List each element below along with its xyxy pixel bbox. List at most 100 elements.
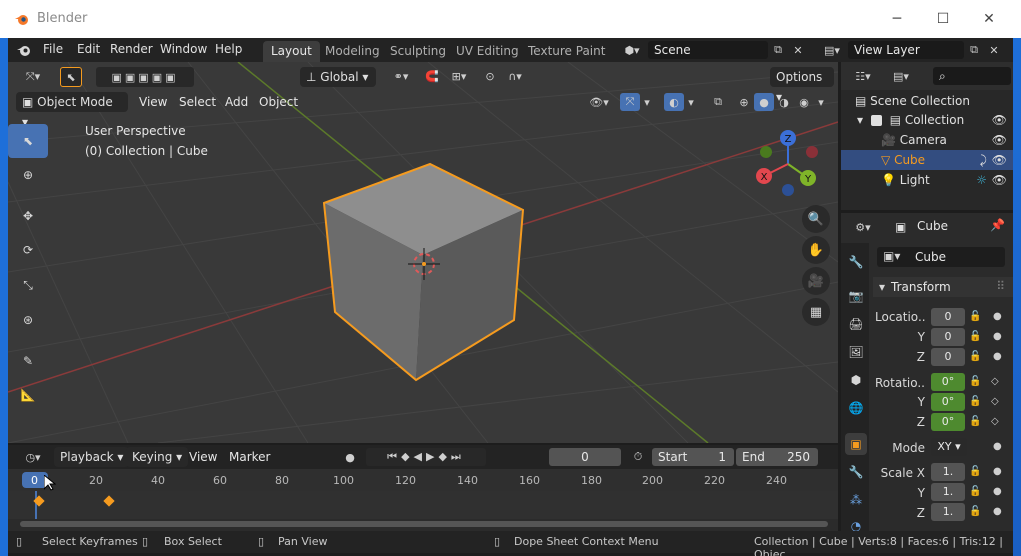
timeline-scrollbar[interactable] xyxy=(20,521,828,527)
keyframe-dot-icon[interactable]: ● xyxy=(993,331,1002,342)
3d-viewport[interactable]: ⤧▾ ⬉ ▣▣▣▣▣ ⊥ Global ▾ ⚭▾ 🧲 ⊞▾ ⊙ ∩▾ Optio… xyxy=(8,62,838,443)
outliner-item-camera[interactable]: 🎥 Camera 👁 xyxy=(841,130,1013,150)
properties-editor-type-icon[interactable]: ⚙▾ xyxy=(847,218,879,236)
keyframe-dot-icon[interactable]: ● xyxy=(993,486,1002,497)
keyframe-dot-icon[interactable]: ● xyxy=(993,466,1002,477)
select-tool-icon[interactable]: ⬉ xyxy=(60,67,82,87)
keyframe-diamond-icon[interactable]: ◇ xyxy=(991,396,999,407)
tool-tab-icon[interactable]: 🔧 xyxy=(845,251,867,273)
playback-menu[interactable]: Playback ▾ xyxy=(54,447,130,467)
location-z-field[interactable]: 0 xyxy=(931,348,965,366)
move-tool-icon[interactable]: ✥ xyxy=(8,199,48,233)
blender-menu-icon[interactable] xyxy=(16,42,32,58)
eye-icon[interactable]: 👁 xyxy=(992,110,1007,130)
rotation-mode-dropdown[interactable]: XY ▾ xyxy=(931,438,967,456)
overlays-toggle-icon[interactable]: ◐ xyxy=(664,93,684,111)
keyframe-diamond[interactable] xyxy=(103,495,115,507)
new-scene-icon[interactable]: ⧉ xyxy=(768,41,788,59)
rendered-shading-icon[interactable]: ◉ xyxy=(794,93,814,111)
new-view-layer-icon[interactable]: ⧉ xyxy=(964,41,984,59)
outliner-item-collection[interactable]: ▾ ▤ Collection 👁 xyxy=(841,110,1013,130)
pivot-point-icon[interactable]: ⚭▾ xyxy=(386,67,416,85)
tab-layout[interactable]: Layout xyxy=(263,41,320,62)
scene-selector-icon[interactable]: ⬢▾ xyxy=(616,41,648,59)
transform-orientation-dropdown[interactable]: ⊥ Global ▾ xyxy=(300,67,376,87)
view-layer-selector-icon[interactable]: ▤▾ xyxy=(816,41,848,59)
end-frame-field[interactable]: End 250 xyxy=(736,448,818,466)
lock-icon[interactable]: 🔓 xyxy=(969,396,981,407)
lock-icon[interactable]: 🔓 xyxy=(969,351,981,362)
pin-icon[interactable]: 📌 xyxy=(990,218,1005,232)
keying-menu[interactable]: Keying ▾ xyxy=(126,447,189,467)
menu-edit[interactable]: Edit xyxy=(77,42,100,56)
visibility-icon[interactable]: 👁▾ xyxy=(584,93,614,111)
eye-icon[interactable]: 👁 xyxy=(992,150,1007,170)
menu-object[interactable]: Object xyxy=(259,95,298,109)
menu-render[interactable]: Render xyxy=(110,42,153,56)
view-layer-tab-icon[interactable]: 🖼 xyxy=(845,341,867,363)
outliner-editor-type-icon[interactable]: ☷▾ xyxy=(847,67,879,85)
lock-icon[interactable]: 🔓 xyxy=(969,466,981,477)
render-tab-icon[interactable]: 📷 xyxy=(845,285,867,307)
falloff-icon[interactable]: ∩▾ xyxy=(502,67,528,85)
modifier-tab-icon[interactable]: 🔧 xyxy=(845,461,867,483)
delete-scene-icon[interactable]: ✕ xyxy=(788,41,808,59)
overlays-dropdown-icon[interactable]: ▾ xyxy=(684,93,698,111)
tab-uv-editing[interactable]: UV Editing xyxy=(448,41,527,62)
material-shading-icon[interactable]: ◑ xyxy=(774,93,794,111)
scale-z-field[interactable]: 1. xyxy=(931,503,965,521)
collapse-arrow-icon[interactable]: ▾ xyxy=(879,280,885,294)
view-layer-field[interactable]: View Layer xyxy=(848,41,964,59)
editor-type-icon[interactable]: ⤧▾ xyxy=(18,68,48,86)
minimize-button[interactable]: ─ xyxy=(874,0,920,38)
snap-toggle-icon[interactable]: 🧲 xyxy=(422,67,442,85)
gizmo-x-label[interactable]: X xyxy=(761,172,768,183)
object-tab-icon[interactable]: ▣ xyxy=(845,433,867,455)
transform-panel-header[interactable]: ▾ Transform ⠿ xyxy=(873,277,1013,297)
gizmo-dropdown-icon[interactable]: ▾ xyxy=(640,93,654,111)
selection-mode-icons[interactable]: ▣▣▣▣▣ xyxy=(96,67,194,87)
scale-x-field[interactable]: 1. xyxy=(931,463,965,481)
cursor-tool-icon[interactable]: ⊕ xyxy=(8,158,48,192)
maximize-button[interactable]: ☐ xyxy=(920,0,966,38)
rotate-tool-icon[interactable]: ⟳ xyxy=(8,233,48,267)
current-frame-field[interactable]: 0 xyxy=(549,448,621,466)
options-dropdown[interactable]: Options ▾ xyxy=(770,67,834,104)
measure-tool-icon[interactable]: 📐 xyxy=(8,378,48,412)
mode-dropdown[interactable]: ▣ Object Mode ▾ xyxy=(16,92,128,129)
timeline-keyframe-area[interactable] xyxy=(8,475,838,519)
menu-view[interactable]: View xyxy=(139,95,167,109)
keyframe-diamond-icon[interactable]: ◇ xyxy=(991,376,999,387)
timeline-ruler[interactable]: 0 20 40 60 80 100 120 140 160 180 200 22… xyxy=(8,469,838,491)
close-window-button[interactable]: ✕ xyxy=(966,0,1012,38)
lock-icon[interactable]: 🔓 xyxy=(969,506,981,517)
transform-tool-icon[interactable]: ⊛ xyxy=(8,303,48,337)
marker-menu[interactable]: Marker xyxy=(229,450,270,464)
menu-window[interactable]: Window xyxy=(160,42,207,56)
shading-dropdown-icon[interactable]: ▾ xyxy=(814,93,828,111)
keyframe-diamond-icon[interactable]: ◇ xyxy=(991,416,999,427)
gizmo-z-label[interactable]: Z xyxy=(785,134,792,145)
wireframe-shading-icon[interactable]: ⊕ xyxy=(734,93,754,111)
lock-icon[interactable]: 🔓 xyxy=(969,331,981,342)
record-icon[interactable]: ● xyxy=(340,448,360,466)
checkbox-icon[interactable] xyxy=(870,115,882,126)
solid-shading-icon[interactable]: ● xyxy=(754,93,774,111)
tab-texture-paint[interactable]: Texture Paint xyxy=(520,41,613,62)
menu-select[interactable]: Select xyxy=(179,95,216,109)
lock-icon[interactable]: 🔓 xyxy=(969,486,981,497)
keyframe-dot-icon[interactable]: ● xyxy=(993,311,1002,322)
location-y-field[interactable]: 0 xyxy=(931,328,965,346)
outliner-search-input[interactable]: ⌕ xyxy=(933,67,1011,85)
particles-tab-icon[interactable]: ⁂ xyxy=(845,489,867,511)
keyframe-dot-icon[interactable]: ● xyxy=(993,351,1002,362)
stopwatch-icon[interactable]: ⏱ xyxy=(628,448,648,466)
camera-view-icon[interactable]: 🎥 xyxy=(802,267,830,295)
select-box-tool-icon[interactable]: ⬉ xyxy=(8,124,48,158)
snap-settings-icon[interactable]: ⊞▾ xyxy=(444,67,474,85)
tab-sculpting[interactable]: Sculpting xyxy=(382,41,454,62)
eye-icon[interactable]: 👁 xyxy=(992,130,1007,150)
xray-toggle-icon[interactable]: ⧉ xyxy=(708,93,728,111)
outliner-item-cube[interactable]: ▽ Cube ⤸ 👁 xyxy=(841,150,1013,170)
expand-arrow-icon[interactable]: ▾ xyxy=(857,113,863,127)
